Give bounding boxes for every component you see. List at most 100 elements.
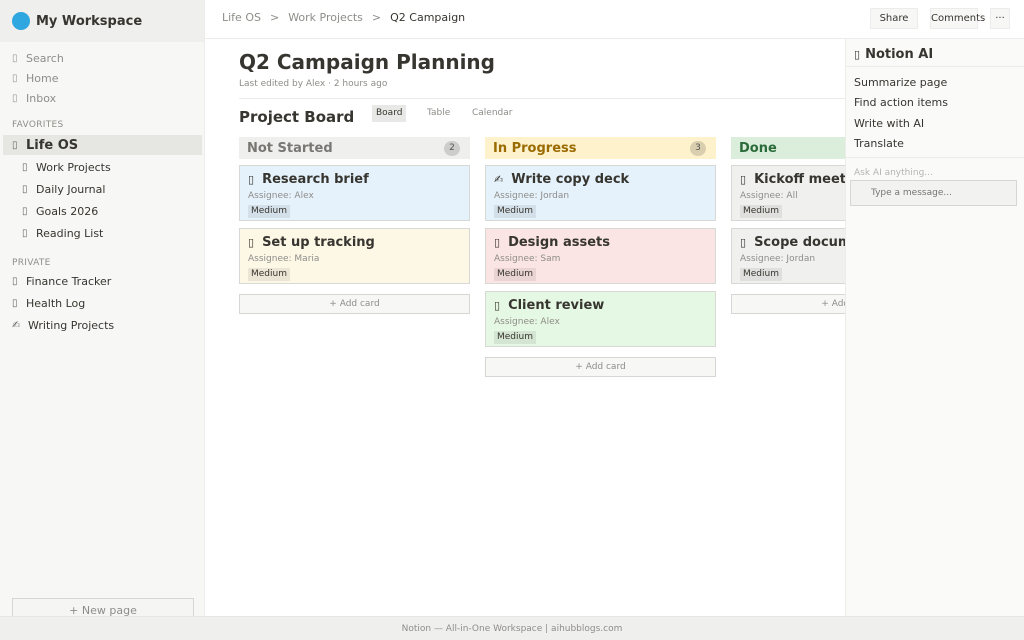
card-title: Scope document <box>754 235 845 250</box>
pencil-icon: ✍ <box>12 320 21 331</box>
sidebar-item-writing-projects[interactable]: ✍ Writing Projects <box>0 315 205 336</box>
share-button[interactable]: Share <box>870 8 918 29</box>
card-title: Set up tracking <box>262 235 375 250</box>
page-icon: ▯ <box>22 184 28 195</box>
card-title-row: ▯ Design assets <box>494 235 610 250</box>
breadcrumb: Life OS > Work Projects > Q2 Campaign <box>222 11 465 24</box>
card-assignee: Assignee: Sam <box>494 254 561 264</box>
nav-search-label: Search <box>26 51 64 65</box>
page-icon: ▯ <box>12 298 18 309</box>
card-title-row: ▯ Scope document <box>740 235 845 250</box>
search-icon: ▯ <box>12 52 18 64</box>
ai-panel: ▯ Notion AI Summarize page Find action i… <box>845 39 1024 616</box>
priority-tag: Medium <box>248 205 290 218</box>
kanban-board: Not Started 2 ▯ Research brief Assignee: … <box>239 137 845 397</box>
board-card[interactable]: ▯ Research brief Assignee: Alex Medium <box>239 165 470 221</box>
column-title: Not Started <box>247 140 333 156</box>
sidebar-item-reading-list[interactable]: ▯ Reading List <box>0 223 205 244</box>
card-title: Client review <box>508 298 605 313</box>
priority-tag: Medium <box>248 268 290 281</box>
add-card-button[interactable]: + Add card <box>731 294 845 314</box>
page-icon: ▯ <box>22 228 28 239</box>
page-icon: ▯ <box>740 173 747 186</box>
sidebar-item-life-os[interactable]: ▯ Life OS <box>3 135 202 155</box>
card-title: Write copy deck <box>511 172 630 187</box>
card-assignee: Assignee: All <box>740 191 798 201</box>
board-column-not-started: Not Started 2 ▯ Research brief Assignee: … <box>239 137 470 314</box>
board-card[interactable]: ▯ Kickoff meeting Assignee: All Medium <box>731 165 845 221</box>
sidebar-item-health-log[interactable]: ▯ Health Log <box>0 293 205 314</box>
last-edited: Last edited by Alex · 2 hours ago <box>239 79 388 89</box>
card-title-row: ✍ Write copy deck <box>494 172 629 187</box>
priority-tag: Medium <box>494 331 536 344</box>
column-header[interactable]: Done <box>731 137 845 159</box>
favorites-section-label: FAVORITES <box>12 120 64 130</box>
priority-tag: Medium <box>494 268 536 281</box>
page-icon: ▯ <box>248 173 255 186</box>
sidebar-item-label: Finance Tracker <box>26 275 112 288</box>
sidebar-item-goals-2026[interactable]: ▯ Goals 2026 <box>0 201 205 222</box>
breadcrumb-current[interactable]: Q2 Campaign <box>390 11 465 24</box>
workspace-name: My Workspace <box>36 13 143 29</box>
board-card[interactable]: ▯ Set up tracking Assignee: Maria Medium <box>239 228 470 284</box>
sidebar: My Workspace ▯ Search ▯ Home ▯ Inbox FAV… <box>0 0 205 620</box>
card-title: Design assets <box>508 235 610 250</box>
footer: Notion — All-in-One Workspace | aihubblo… <box>0 616 1024 640</box>
tab-table[interactable]: Table <box>423 105 454 122</box>
tab-board[interactable]: Board <box>372 105 407 122</box>
column-header[interactable]: Not Started 2 <box>239 137 470 159</box>
board-title: Project Board <box>239 108 355 126</box>
ai-action-find-action-items[interactable]: Find action items <box>854 96 948 109</box>
breadcrumb-item[interactable]: Work Projects <box>288 11 363 24</box>
page-icon: ▯ <box>494 299 501 312</box>
column-header[interactable]: In Progress 3 <box>485 137 716 159</box>
ai-sparkle-icon: ▯ <box>854 48 861 61</box>
priority-tag: Medium <box>740 268 782 281</box>
divider <box>846 157 1024 158</box>
sidebar-item-label: Work Projects <box>36 161 111 174</box>
more-button[interactable]: ··· <box>990 8 1010 29</box>
private-section-label: PRIVATE <box>12 258 51 268</box>
sidebar-item-label: Daily Journal <box>36 183 106 196</box>
sidebar-item-label: Life OS <box>26 137 79 153</box>
divider <box>846 66 1024 67</box>
sidebar-item-finance-tracker[interactable]: ▯ Finance Tracker <box>0 271 205 292</box>
ai-panel-title-row: ▯ Notion AI <box>854 47 933 62</box>
sidebar-item-work-projects[interactable]: ▯ Work Projects <box>0 157 205 178</box>
nav-search[interactable]: ▯ Search <box>0 48 205 68</box>
page-icon: ▯ <box>740 236 747 249</box>
add-card-button[interactable]: + Add card <box>239 294 470 314</box>
board-card[interactable]: ✍ Write copy deck Assignee: Jordan Medium <box>485 165 716 221</box>
card-assignee: Assignee: Alex <box>248 191 314 201</box>
column-count-badge: 3 <box>690 141 706 156</box>
card-assignee: Assignee: Maria <box>248 254 320 264</box>
sidebar-item-label: Writing Projects <box>28 319 115 332</box>
card-assignee: Assignee: Jordan <box>740 254 816 264</box>
board-card[interactable]: ▯ Client review Assignee: Alex Medium <box>485 291 716 347</box>
page-icon: ▯ <box>248 236 255 249</box>
workspace-switcher[interactable]: My Workspace <box>0 0 204 42</box>
tab-calendar[interactable]: Calendar <box>468 105 516 122</box>
board-card[interactable]: ▯ Design assets Assignee: Sam Medium <box>485 228 716 284</box>
breadcrumb-separator: > <box>269 11 280 24</box>
add-card-button[interactable]: + Add card <box>485 357 716 377</box>
sidebar-item-label: Goals 2026 <box>36 205 99 218</box>
ai-action-write[interactable]: Write with AI <box>854 117 924 130</box>
sidebar-item-daily-journal[interactable]: ▯ Daily Journal <box>0 179 205 200</box>
ai-message-input[interactable] <box>850 180 1017 206</box>
breadcrumb-item[interactable]: Life OS <box>222 11 261 24</box>
board-card[interactable]: ▯ Scope document Assignee: Jordan Medium <box>731 228 845 284</box>
board-column-in-progress: In Progress 3 ✍ Write copy deck Assignee:… <box>485 137 716 377</box>
ai-ask-label: Ask AI anything... <box>854 168 933 178</box>
ai-action-translate[interactable]: Translate <box>854 137 904 150</box>
card-title-row: ▯ Kickoff meeting <box>740 172 845 187</box>
home-icon: ▯ <box>12 72 18 84</box>
ai-action-summarize[interactable]: Summarize page <box>854 76 947 89</box>
nav-home[interactable]: ▯ Home <box>0 68 205 88</box>
card-assignee: Assignee: Alex <box>494 317 560 327</box>
nav-inbox[interactable]: ▯ Inbox <box>0 88 205 108</box>
page-title: Q2 Campaign Planning <box>239 50 495 74</box>
column-count-badge: 2 <box>444 141 460 156</box>
comments-button[interactable]: Comments <box>930 8 985 29</box>
priority-tag: Medium <box>494 205 536 218</box>
